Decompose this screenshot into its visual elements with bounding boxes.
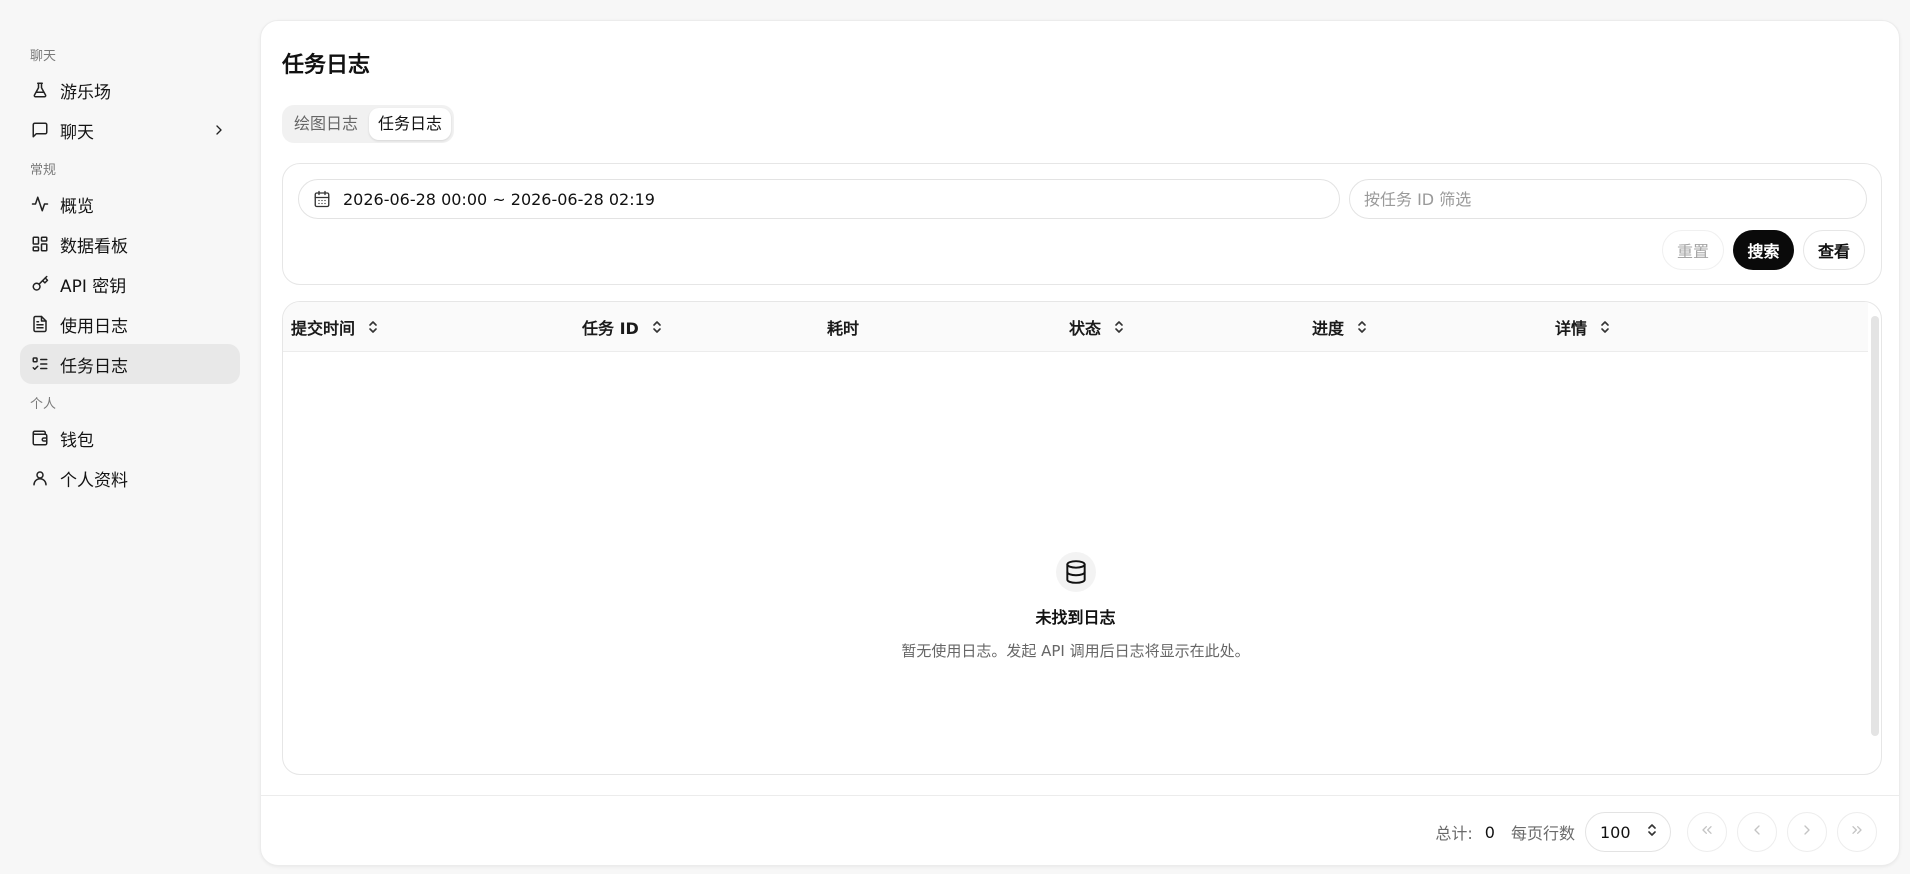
column-label: 详情 <box>1555 319 1588 338</box>
empty-state: 未找到日志 暂无使用日志。发起 API 调用后日志将显示在此处。 <box>283 552 1868 661</box>
sidebar-item-usage-logs[interactable]: 使用日志 <box>20 304 240 344</box>
sort-icon <box>1113 319 1127 335</box>
chevrons-left-icon <box>1699 822 1715 842</box>
sidebar-section-chat: 聊天 <box>30 49 57 64</box>
date-range-value: 2026-06-28 00:00 ~ 2026-06-28 02:19 <box>343 189 655 209</box>
task-log-table: 提交时间 任务 ID 耗时 状态 进度 详情 未找到日志 暂无使用日志。发起 A… <box>282 301 1882 775</box>
flask-icon <box>30 80 50 100</box>
chevrons-right-icon <box>1849 822 1865 842</box>
last-page-button[interactable] <box>1837 812 1877 852</box>
view-button[interactable]: 查看 <box>1803 230 1865 270</box>
page-title: 任务日志 <box>282 53 371 78</box>
footer-divider <box>261 795 1899 796</box>
list-checks-icon <box>30 354 50 374</box>
column-label: 状态 <box>1069 319 1102 338</box>
activity-icon <box>30 194 50 214</box>
sidebar-item-label: 使用日志 <box>60 316 128 337</box>
dashboard-grid-icon <box>30 234 50 254</box>
database-icon <box>1055 552 1096 592</box>
sidebar-item-label: 聊天 <box>60 122 94 143</box>
column-header-duration: 耗时 <box>827 302 859 352</box>
rows-per-page-label: 每页行数 <box>1510 824 1575 843</box>
rows-per-page-select[interactable]: 100 <box>1585 812 1671 852</box>
pagination-footer: 总计: 0 每页行数 100 <box>1435 811 1899 853</box>
empty-state-title: 未找到日志 <box>1035 608 1116 627</box>
table-header: 提交时间 任务 ID 耗时 状态 进度 详情 <box>283 302 1868 352</box>
search-button[interactable]: 搜索 <box>1733 230 1794 270</box>
tab-task-logs[interactable]: 任务日志 <box>369 108 452 140</box>
sort-icon <box>1599 319 1613 335</box>
sidebar-item-label: API 密钥 <box>60 276 127 297</box>
sidebar-item-label: 钱包 <box>60 430 94 451</box>
column-header-status[interactable]: 状态 <box>1069 302 1127 352</box>
sidebar-section-personal: 个人 <box>30 397 57 412</box>
total-label: 总计: <box>1435 824 1473 843</box>
column-label: 任务 ID <box>582 319 639 338</box>
column-label: 进度 <box>1312 319 1345 338</box>
column-label: 提交时间 <box>291 319 356 338</box>
task-id-filter-input[interactable] <box>1349 179 1867 219</box>
chevrons-up-down-icon <box>1646 822 1658 842</box>
sidebar-item-playground[interactable]: 游乐场 <box>20 70 240 110</box>
chevron-right-icon[interactable] <box>210 121 228 139</box>
user-icon <box>30 468 50 488</box>
column-header-task-id[interactable]: 任务 ID <box>582 302 665 352</box>
calendar-icon <box>313 189 333 209</box>
sidebar-item-label: 游乐场 <box>60 82 111 103</box>
prev-page-button[interactable] <box>1737 812 1777 852</box>
column-label: 耗时 <box>827 319 860 338</box>
table-scrollbar[interactable] <box>1871 316 1879 736</box>
sidebar-item-profile[interactable]: 个人资料 <box>20 458 240 498</box>
tab-drawing-logs[interactable]: 绘图日志 <box>285 108 367 140</box>
sidebar-item-label: 概览 <box>60 196 94 217</box>
file-text-icon <box>30 314 50 334</box>
filter-card: 2026-06-28 00:00 ~ 2026-06-28 02:19 重置 搜… <box>282 163 1882 285</box>
sidebar-item-label: 数据看板 <box>60 236 128 257</box>
pager <box>1687 812 1877 852</box>
reset-button[interactable]: 重置 <box>1662 230 1724 270</box>
first-page-button[interactable] <box>1687 812 1727 852</box>
total-count: 0 <box>1484 822 1495 842</box>
sidebar-item-overview[interactable]: 概览 <box>20 184 240 224</box>
sort-icon <box>1356 319 1370 335</box>
chevron-left-icon <box>1749 822 1765 842</box>
wallet-icon <box>30 428 50 448</box>
log-tabs: 绘图日志 任务日志 <box>282 105 455 143</box>
sort-icon <box>367 319 381 335</box>
column-header-progress[interactable]: 进度 <box>1312 302 1370 352</box>
sidebar-item-wallet[interactable]: 钱包 <box>20 418 240 458</box>
sidebar-item-api-keys[interactable]: API 密钥 <box>20 264 240 304</box>
sidebar-item-dashboard[interactable]: 数据看板 <box>20 224 240 264</box>
next-page-button[interactable] <box>1787 812 1827 852</box>
sidebar: 聊天 游乐场 聊天 常规 概览 数据看板 API 密钥 使用日志 任务日志 个人… <box>0 0 260 874</box>
sidebar-item-chat[interactable]: 聊天 <box>20 110 240 150</box>
column-header-submit-time[interactable]: 提交时间 <box>291 302 381 352</box>
sidebar-item-label: 个人资料 <box>60 470 128 491</box>
main-panel: 任务日志 绘图日志 任务日志 2026-06-28 00:00 ~ 2026-0… <box>260 20 1900 866</box>
sidebar-section-general: 常规 <box>30 163 57 178</box>
empty-state-description: 暂无使用日志。发起 API 调用后日志将显示在此处。 <box>901 642 1250 660</box>
chevron-right-icon <box>1799 822 1815 842</box>
sidebar-item-label: 任务日志 <box>60 356 128 377</box>
date-range-picker[interactable]: 2026-06-28 00:00 ~ 2026-06-28 02:19 <box>298 179 1340 219</box>
rows-per-page-value: 100 <box>1600 822 1631 842</box>
column-header-details[interactable]: 详情 <box>1555 302 1613 352</box>
message-square-icon <box>30 120 50 140</box>
key-icon <box>30 274 50 294</box>
sort-icon <box>651 319 665 335</box>
sidebar-item-task-logs[interactable]: 任务日志 <box>20 344 240 384</box>
